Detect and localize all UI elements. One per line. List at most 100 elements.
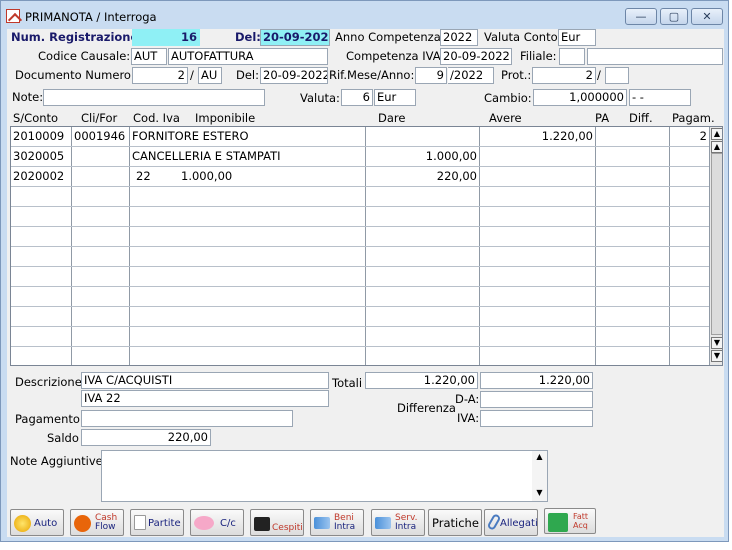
pratiche-label: Pratiche [432, 516, 479, 530]
num-reg-field[interactable]: 16 [132, 29, 200, 46]
cc-button[interactable]: C/c [190, 509, 244, 536]
row0-pagam[interactable]: 2 [671, 127, 707, 146]
fatt-label: Fatt [573, 512, 589, 521]
row2-imponibile[interactable]: 1.000,00 [181, 167, 232, 186]
cambio-extra-field[interactable]: - - [629, 89, 691, 106]
doc-del-field[interactable]: 20-09-2022 [260, 67, 328, 84]
machine-icon [254, 517, 270, 531]
descrizione-field-1[interactable]: IVA C/ACQUISTI [81, 372, 329, 389]
minimize-button[interactable]: — [625, 8, 657, 25]
movements-grid[interactable]: 2010009 0001946 FORNITORE ESTERO 1.220,0… [10, 126, 723, 366]
row2-sconto[interactable]: 2020002 [13, 167, 64, 186]
prot-suffix-field[interactable] [605, 67, 629, 84]
serv-intra-button[interactable]: Serv. Intra [371, 509, 425, 536]
note-aggiuntive-textarea[interactable] [101, 450, 548, 502]
filiale-desc-field[interactable] [587, 48, 723, 65]
serv-intra-label: Intra [395, 522, 417, 532]
row2-dare[interactable]: 220,00 [367, 167, 477, 186]
beni-intra-label: Intra [334, 522, 356, 532]
col-header-clifor: Cli/For [81, 111, 118, 125]
row1-dare[interactable]: 1.000,00 [367, 147, 477, 166]
auto-button[interactable]: Auto [10, 509, 64, 536]
rif-mese-field[interactable]: 9 [415, 67, 447, 84]
prot-label: Prot.: [501, 68, 532, 82]
acq-label: Acq [573, 521, 588, 530]
note-field[interactable] [43, 89, 265, 106]
cambio-label: Cambio: [484, 91, 532, 105]
iva-label: IVA: [457, 411, 480, 425]
allegati-label: Allegati [500, 518, 538, 529]
cespiti-button[interactable]: Cespiti [250, 509, 304, 536]
cambio-field[interactable]: 1,000000 [533, 89, 627, 106]
col-header-codiva: Cod. Iva [133, 111, 180, 125]
doc-num-field[interactable]: 2 [132, 67, 188, 84]
col-header-diff: Diff. [629, 111, 653, 125]
book-icon [548, 513, 568, 532]
col-header-sconto: S/Conto [13, 111, 59, 125]
gear-icon [14, 515, 31, 532]
window-title: PRIMANOTA / Interroga [25, 10, 157, 24]
document-icon [134, 515, 146, 530]
filiale-label: Filiale: [520, 49, 557, 63]
allegati-button[interactable]: Allegati [484, 509, 538, 536]
cod-causale-field[interactable]: AUT [131, 48, 167, 65]
row0-desc[interactable]: FORNITORE ESTERO [132, 127, 249, 146]
del-date-field[interactable]: 20-09-2022 [260, 29, 330, 46]
note-label: Note: [12, 90, 44, 104]
row2-codiva[interactable]: 22 [136, 167, 151, 186]
notes-scroll-up-icon[interactable]: ▲ [536, 452, 542, 461]
scroll-bottom-icon[interactable]: ▼ [711, 350, 722, 362]
partite-button[interactable]: Partite [130, 509, 184, 536]
row1-sconto[interactable]: 3020005 [13, 147, 64, 166]
scroll-thumb[interactable] [711, 153, 722, 335]
causale-desc-field[interactable]: AUTOFATTURA [168, 48, 328, 65]
close-button[interactable]: ✕ [691, 8, 723, 25]
primanota-window: PRIMANOTA / Interroga — ▢ ✕ Num. Registr… [0, 0, 729, 542]
rif-label: Rif.Mese/Anno: [329, 68, 415, 82]
scroll-top-icon[interactable]: ▲ [711, 128, 722, 140]
descrizione-field-2[interactable]: IVA 22 [81, 390, 329, 407]
rif-anno-field[interactable]: /2022 [448, 67, 494, 84]
auto-label: Auto [34, 518, 58, 529]
num-reg-label: Num. Registrazione: [11, 30, 143, 44]
del-label: Del: [235, 30, 261, 44]
doc-suffix-field[interactable]: AU [198, 67, 222, 84]
valuta-num-field[interactable]: 6 [341, 89, 373, 106]
filiale-code-field[interactable] [559, 48, 585, 65]
col-header-imponibile: Imponibile [195, 111, 256, 125]
row0-clifor[interactable]: 0001946 [74, 127, 125, 146]
prot-field[interactable]: 2 [532, 67, 596, 84]
cash-flow-button[interactable]: Cash Flow [70, 509, 124, 536]
grid-scrollbar[interactable]: ▲ ▲ ▼ ▼ [709, 127, 722, 365]
pratiche-button[interactable]: Pratiche [428, 509, 482, 536]
tot-avere-field: 1.220,00 [480, 372, 593, 389]
row1-desc[interactable]: CANCELLERIA E STAMPATI [132, 147, 281, 166]
notes-scrollbar[interactable]: ▲ ▼ [532, 451, 547, 501]
row-divider [11, 286, 709, 287]
row0-avere[interactable]: 1.220,00 [481, 127, 593, 146]
anno-comp-field[interactable]: 2022 [440, 29, 478, 46]
valuta-conto-label: Valuta Conto: [484, 30, 562, 44]
row0-sconto[interactable]: 2010009 [13, 127, 64, 146]
row-divider [11, 246, 709, 247]
row-divider [11, 226, 709, 227]
valuta-field[interactable]: Eur [374, 89, 416, 106]
scroll-down-icon[interactable]: ▼ [711, 337, 722, 349]
fatt-acq-button[interactable]: Fatt Acq [544, 508, 596, 534]
notes-scroll-down-icon[interactable]: ▼ [536, 488, 542, 497]
beni-intra-button[interactable]: Beni Intra [310, 509, 364, 536]
scroll-up-icon[interactable]: ▲ [711, 141, 722, 153]
maximize-button[interactable]: ▢ [660, 8, 688, 25]
pagamento-field[interactable] [81, 410, 293, 427]
form-area: Num. Registrazione: 16 Del: 20-09-2022 A… [7, 29, 724, 537]
saldo-label: Saldo [47, 431, 79, 445]
da-label: D-A: [455, 392, 480, 406]
doc-del-label: Del: [236, 68, 259, 82]
descrizione-label: Descrizione [15, 375, 82, 389]
col-header-pagam: Pagam. [672, 111, 715, 125]
row-divider [11, 166, 709, 167]
pagamento-label: Pagamento [15, 412, 80, 426]
comp-iva-field[interactable]: 20-09-2022 [440, 48, 512, 65]
comp-iva-label: Competenza IVA: [346, 49, 445, 63]
valuta-conto-field[interactable]: Eur [558, 29, 596, 46]
